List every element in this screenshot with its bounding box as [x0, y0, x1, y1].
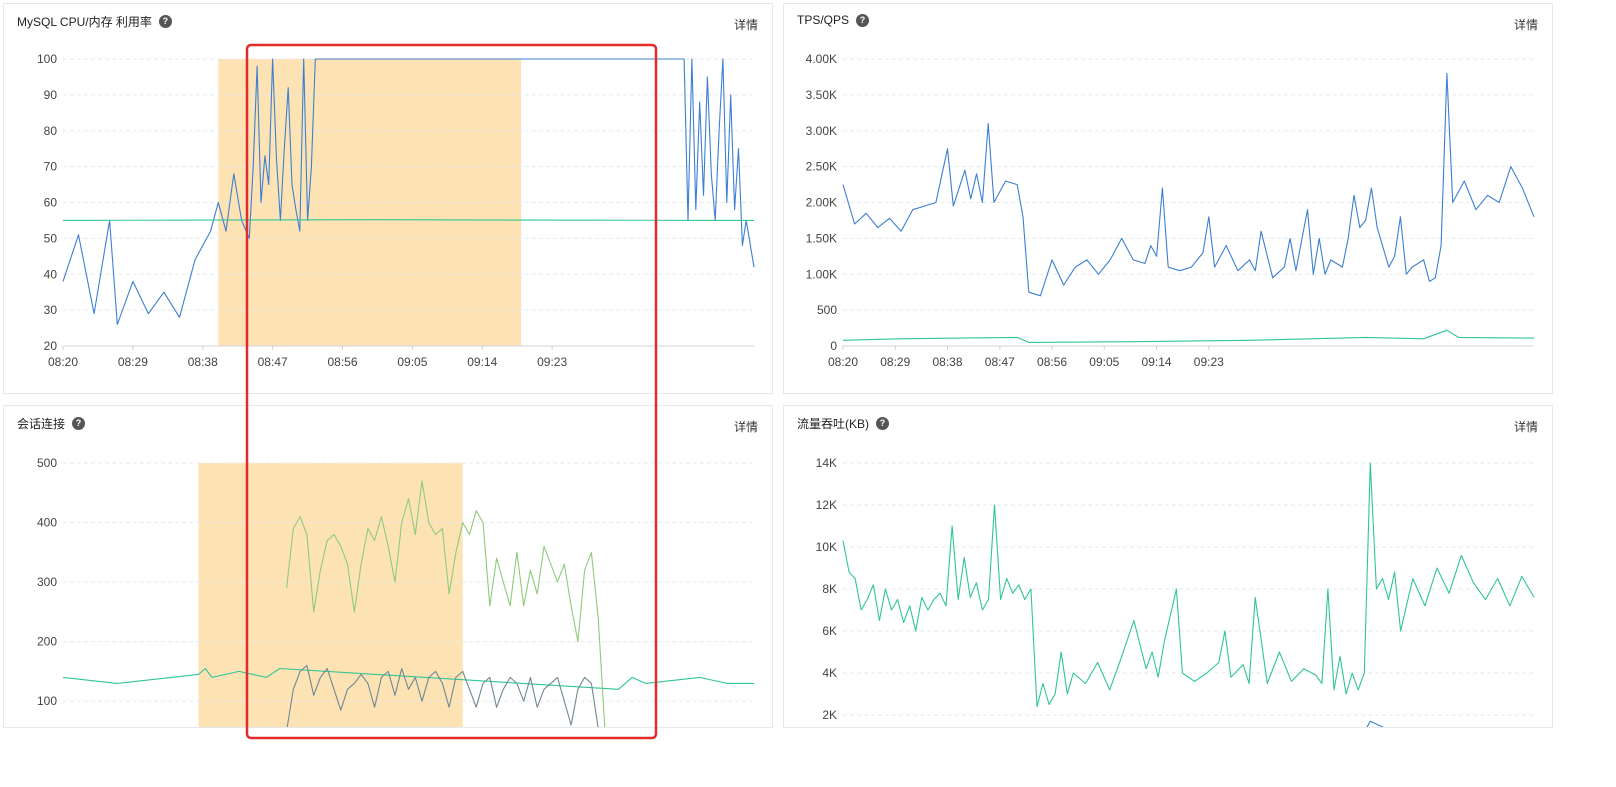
- y-tick-label: 4K: [822, 666, 837, 680]
- y-tick-label: 30: [44, 303, 58, 317]
- series-line-1: [842, 462, 1535, 708]
- highlight-band: [198, 463, 463, 727]
- series-line-2: [842, 329, 1535, 343]
- x-tick-label: 09:14: [1142, 355, 1172, 369]
- x-tick-label: 09:05: [397, 355, 427, 369]
- y-tick-label: 500: [817, 303, 837, 317]
- y-tick-label: 1.50K: [806, 231, 837, 245]
- series-line-1: [842, 72, 1535, 297]
- chart-cpu-memory: 100 90 80 70 60 50 40 30 20 08:20 08:29 08:38 08:47 0…: [37, 52, 755, 369]
- y-tick-label: 500: [37, 456, 57, 470]
- chart-throughput: 14K 12K 10K 8K 6K 4K 2K: [816, 456, 1535, 727]
- y-tick-label: 2.50K: [806, 160, 837, 174]
- y-tick-label: 1.00K: [806, 267, 837, 281]
- panel-throughput: 流量吞吐(KB) ? 详情 14K 12K 10K 8K 6K 4K 2K: [783, 405, 1553, 728]
- y-tick-label: 4.00K: [806, 52, 837, 66]
- panel-tps-qps: TPS/QPS ? 详情 4.00K 3.50K 3.00K 2.50K 2.00K 1.…: [783, 3, 1553, 394]
- y-tick-label: 90: [44, 88, 58, 102]
- y-tick-label: 14K: [816, 456, 837, 470]
- y-tick-label: 80: [44, 124, 58, 138]
- x-tick-label: 09:23: [537, 355, 567, 369]
- x-tick-label: 09:05: [1089, 355, 1119, 369]
- highlight-band: [218, 59, 522, 346]
- x-tick-label: 08:47: [258, 355, 288, 369]
- y-tick-label: 10K: [816, 540, 837, 554]
- x-tick-label: 08:20: [828, 355, 858, 369]
- y-tick-label: 2.00K: [806, 196, 837, 210]
- x-tick-label: 08:47: [985, 355, 1015, 369]
- y-tick-label: 300: [37, 575, 57, 589]
- y-tick-label: 6K: [822, 624, 837, 638]
- x-tick-label: 08:38: [188, 355, 218, 369]
- x-tick-label: 08:29: [880, 355, 910, 369]
- y-tick-label: 40: [44, 267, 58, 281]
- y-tick-label: 12K: [816, 498, 837, 512]
- y-tick-label: 20: [44, 339, 58, 353]
- y-tick-label: 70: [44, 160, 58, 174]
- y-tick-label: 8K: [822, 582, 837, 596]
- y-tick-label: 2K: [822, 708, 837, 722]
- y-tick-label: 400: [37, 516, 57, 530]
- y-tick-label: 100: [37, 694, 57, 708]
- y-tick-label: 100: [37, 52, 57, 66]
- series-line-2: [1366, 720, 1384, 727]
- y-tick-label: 3.00K: [806, 124, 837, 138]
- chart-sessions: 500 400 300 200 100: [37, 456, 754, 727]
- y-tick-label: 200: [37, 635, 57, 649]
- x-tick-label: 09:14: [467, 355, 497, 369]
- x-tick-label: 08:56: [327, 355, 357, 369]
- panel-sessions: 会话连接 ? 详情 500 400 300 200 100: [3, 405, 773, 728]
- x-tick-label: 08:20: [48, 355, 78, 369]
- series-line-2: [62, 219, 755, 221]
- x-tick-label: 08:56: [1037, 355, 1067, 369]
- y-tick-label: 50: [44, 231, 58, 245]
- x-tick-label: 08:38: [933, 355, 963, 369]
- x-tick-label: 08:29: [118, 355, 148, 369]
- panel-cpu-memory: MySQL CPU/内存 利用率 ? 详情 100 90 80 70 60 50 40 30 2…: [3, 3, 773, 394]
- y-tick-label: 3.50K: [806, 88, 837, 102]
- x-tick-label: 09:23: [1194, 355, 1224, 369]
- y-tick-label: 60: [44, 196, 58, 210]
- chart-tps-qps: 4.00K 3.50K 3.00K 2.50K 2.00K 1.50K 1.00K 500 0 0…: [806, 52, 1535, 369]
- y-tick-label: 0: [830, 339, 837, 353]
